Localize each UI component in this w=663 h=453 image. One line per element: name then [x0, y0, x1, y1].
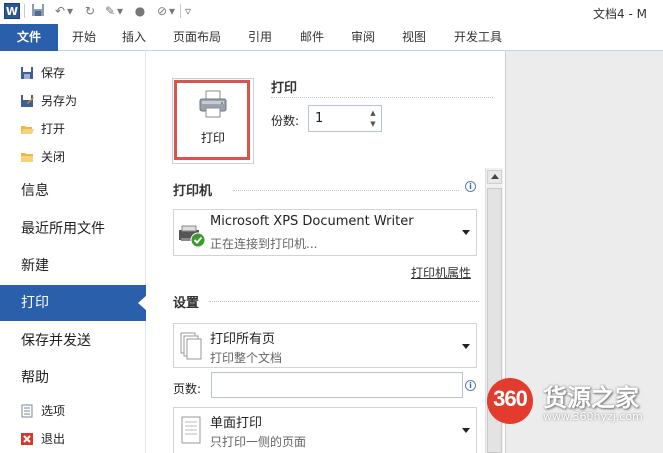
printer-status: 正在连接到打印机...: [210, 237, 318, 251]
printer-ready-icon: [179, 225, 206, 248]
nav-item-open[interactable]: 打开: [0, 115, 146, 143]
printer-dropdown[interactable]: Microsoft XPS Document Writer 正在连接到打印机..…: [173, 209, 477, 256]
divider: [233, 190, 459, 191]
options-icon: [21, 404, 33, 418]
chevron-down-icon: [462, 230, 470, 235]
settings-section-title: 设置: [173, 296, 200, 311]
copies-value: 1: [315, 111, 324, 126]
ribbon-tabs: 文件 开始 插入 页面布局 引用 邮件 审阅 视图 开发工具: [0, 24, 663, 51]
undo-dropdown-icon[interactable]: ▾: [66, 3, 74, 19]
customize-dropdown-icon[interactable]: ▾: [168, 3, 176, 19]
printer-properties-link[interactable]: 打印机属性: [411, 264, 471, 281]
nav-item-save[interactable]: 保存: [0, 59, 146, 87]
watermark-url: www.360hyzj.com: [543, 410, 643, 423]
print-range-sub: 打印整个文档: [210, 351, 283, 365]
watermark-number: 360: [493, 386, 528, 411]
sides-title: 单面打印: [210, 416, 263, 431]
document-title: 文档4 - M: [593, 7, 647, 21]
nav-item-label: 打开: [41, 122, 66, 136]
printer-section-title: 打印机: [173, 184, 213, 199]
close-folder-icon: [21, 153, 33, 162]
scroll-up-icon[interactable]: [487, 170, 502, 184]
increment-icon[interactable]: ▲: [368, 108, 378, 119]
chevron-down-icon: [462, 344, 470, 349]
printer-info-icon[interactable]: i: [465, 181, 476, 192]
tab-developer[interactable]: 开发工具: [444, 24, 512, 51]
divider: [271, 97, 493, 98]
redo-icon[interactable]: ↻: [82, 3, 98, 19]
print-range-title: 打印所有页: [210, 332, 276, 347]
pages-input[interactable]: [211, 372, 463, 398]
chevron-down-icon: [462, 428, 470, 433]
save-icon[interactable]: [30, 3, 46, 19]
nav-item-label: 选项: [41, 404, 66, 418]
nav-item-label: 另存为: [41, 94, 78, 108]
nav-item-label: 退出: [41, 432, 66, 446]
copies-label: 份数:: [271, 114, 300, 128]
tab-file[interactable]: 文件: [0, 24, 58, 51]
tab-mailings[interactable]: 邮件: [290, 24, 334, 51]
print-section-title: 打印: [271, 81, 298, 96]
copies-stepper[interactable]: 1 ▲ ▼: [308, 105, 382, 132]
qat-customize-icon[interactable]: ▿: [183, 3, 193, 19]
nav-item-label: 关闭: [41, 150, 66, 164]
save-as-icon: [21, 95, 34, 107]
nav-item-print[interactable]: 打印: [0, 285, 147, 321]
printer-name: Microsoft XPS Document Writer: [210, 214, 414, 229]
nav-item-save-send[interactable]: 保存并发送: [0, 323, 146, 359]
nav-item-help[interactable]: 帮助: [0, 360, 146, 396]
toolbar-separator: [180, 4, 181, 18]
tab-view[interactable]: 视图: [392, 24, 436, 51]
sides-dropdown[interactable]: 单面打印 只打印一侧的页面: [173, 407, 477, 453]
watermark: 360 货源之家 www.360hyzj.com: [481, 372, 663, 430]
quick-access-toolbar: W ↶ ▾ ↻ ✎ ▾ ● ⊘ ▾ ▿ 文档4 - M: [0, 0, 663, 24]
record-icon[interactable]: ●: [132, 3, 148, 19]
divider: [209, 301, 479, 302]
decrement-icon[interactable]: ▼: [368, 119, 378, 130]
nav-item-options[interactable]: 选项: [0, 397, 146, 425]
pages-icon: [180, 332, 202, 360]
one-sided-icon: [181, 416, 201, 444]
sides-sub: 只打印一侧的页面: [210, 435, 307, 449]
print-button-label: 打印: [200, 131, 225, 145]
print-button[interactable]: 打印: [172, 78, 254, 164]
pages-info-icon[interactable]: i: [465, 380, 476, 391]
nav-item-exit[interactable]: 退出: [0, 425, 146, 453]
word-logo-icon[interactable]: W: [4, 3, 20, 19]
nav-item-label: 打印: [21, 295, 49, 311]
printer-icon: [199, 90, 227, 118]
tab-review[interactable]: 审阅: [341, 24, 385, 51]
tab-home[interactable]: 开始: [62, 24, 106, 51]
open-folder-icon: [21, 126, 34, 134]
nav-item-label: 保存: [41, 66, 66, 80]
tab-insert[interactable]: 插入: [112, 24, 156, 51]
active-pointer-icon: [138, 295, 147, 311]
nav-item-recent[interactable]: 最近所用文件: [0, 211, 146, 247]
toolbar-separator: [24, 4, 25, 18]
tab-references[interactable]: 引用: [238, 24, 282, 51]
pages-label: 页数:: [173, 382, 202, 396]
backstage-nav: 保存 另存为 打开 关闭 信息 最近所用文件 新建 打印 保存并发送 帮助 选项…: [0, 51, 147, 453]
print-panel: 打印 打印 份数: 1 ▲ ▼ 打印机 i Microsoft XPS Docu…: [147, 51, 507, 453]
format-dropdown-icon[interactable]: ▾: [116, 3, 124, 19]
tab-page-layout[interactable]: 页面布局: [164, 24, 230, 51]
nav-item-new[interactable]: 新建: [0, 248, 146, 284]
save-icon: [21, 67, 33, 79]
nav-item-save-as[interactable]: 另存为: [0, 87, 146, 115]
nav-item-info[interactable]: 信息: [0, 173, 146, 209]
nav-item-close[interactable]: 关闭: [0, 143, 146, 171]
exit-icon: [21, 433, 33, 445]
watermark-text: 货源之家: [543, 384, 639, 412]
print-range-dropdown[interactable]: 打印所有页 打印整个文档: [173, 323, 477, 368]
